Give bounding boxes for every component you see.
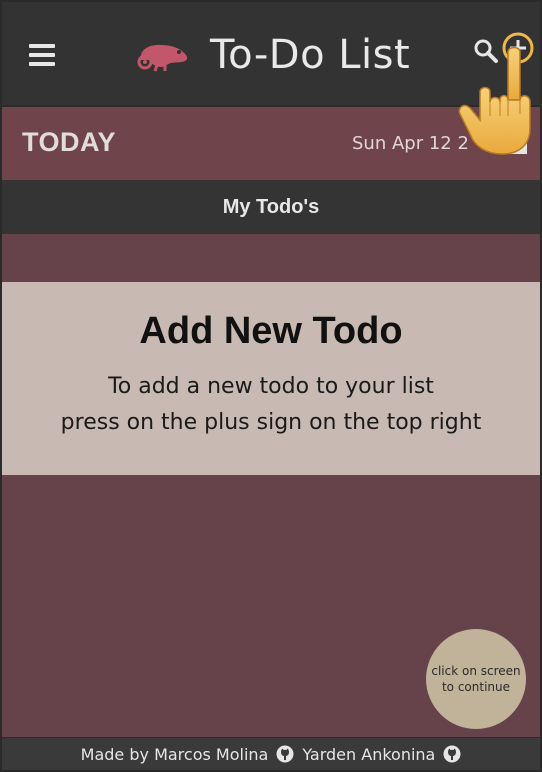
top-header: To-Do List	[2, 2, 540, 107]
calendar-icon[interactable]	[508, 135, 528, 155]
empty-state-card: Add New Todo To add a new todo to your l…	[2, 282, 540, 475]
app-title: To-Do List	[210, 32, 411, 78]
continue-bubble[interactable]: click on screen to continue	[426, 629, 526, 729]
github-icon[interactable]	[276, 745, 294, 763]
empty-state-line-2: press on the plus sign on the top right	[60, 410, 482, 435]
today-label: TODAY	[22, 127, 117, 157]
today-bar: TODAY Sun Apr 12 2	[2, 107, 540, 180]
app-frame: To-Do List TODAY Sun Apr 12 2 My Todo's …	[0, 0, 542, 772]
chameleon-logo-icon	[137, 44, 188, 72]
section-title: My Todo's	[222, 196, 320, 218]
today-date: Sun Apr 12 2	[352, 133, 469, 154]
plus-circle-icon[interactable]	[502, 32, 534, 64]
hamburger-menu-icon[interactable]	[29, 44, 55, 66]
footer: Made by Marcos Molina Yarden Ankonina	[2, 737, 540, 770]
github-icon[interactable]	[443, 745, 461, 763]
section-header: My Todo's	[2, 180, 540, 234]
footer-credit-1: Made by Marcos Molina	[80, 744, 269, 764]
search-icon[interactable]	[473, 38, 499, 64]
continue-label: click on screen to continue	[431, 664, 521, 694]
empty-state-line-1: To add a new todo to your list	[108, 374, 434, 399]
footer-credit-2: Yarden Ankonina	[302, 744, 436, 764]
empty-state-title: Add New Todo	[139, 310, 403, 352]
